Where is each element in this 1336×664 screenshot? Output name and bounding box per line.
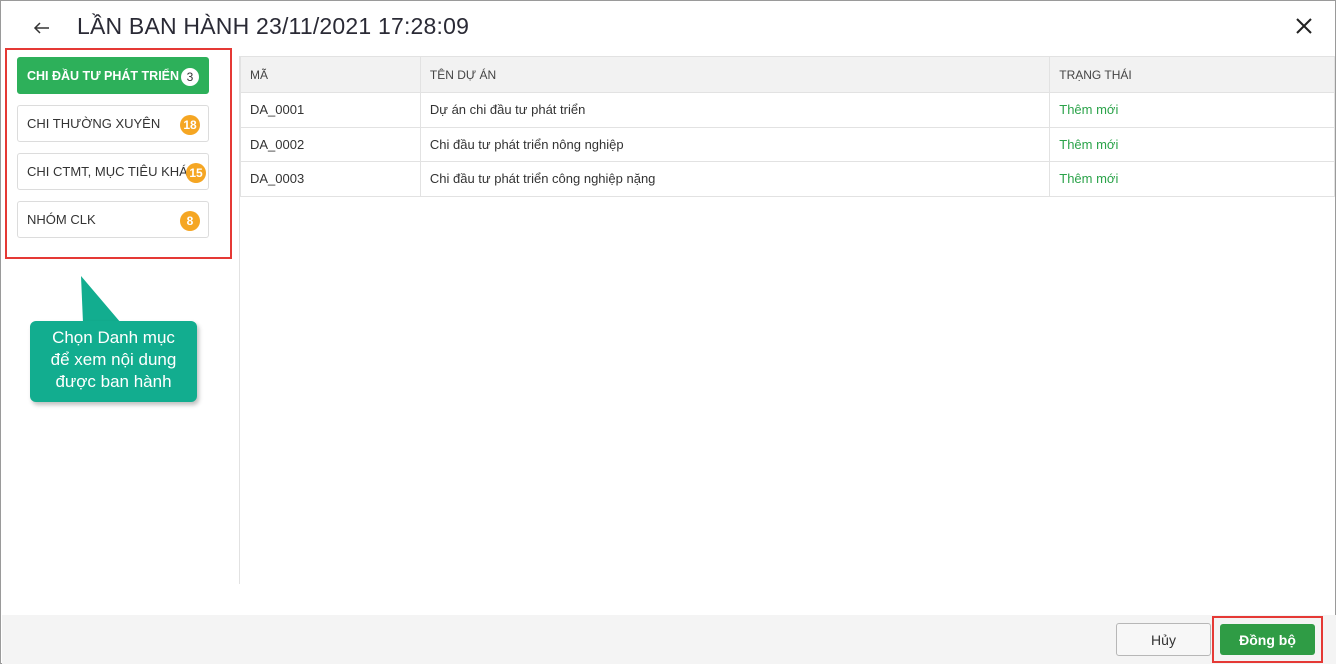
column-header-ma[interactable]: MÃ [240,56,421,93]
cell-status: Thêm mới [1049,126,1335,162]
cell-code: DA_0001 [240,92,421,128]
cell-project-name: Dự án chi đầu tư phát triển [419,92,1051,128]
callout-line: được ban hành [55,372,172,391]
cell-status: Thêm mới [1049,92,1335,128]
sync-button[interactable]: Đồng bộ [1220,624,1315,655]
cell-project-name: Chi đầu tư phát triển công nghiệp nặng [419,161,1051,197]
close-icon [1296,18,1312,34]
column-header-trang-thai[interactable]: TRẠNG THÁI [1049,56,1335,93]
close-button[interactable] [1289,13,1317,41]
cancel-button[interactable]: Hủy [1116,623,1211,656]
cell-code: DA_0002 [240,126,421,162]
table-row[interactable]: DA_0003 Chi đầu tư phát triển công nghiệ… [240,161,1335,197]
callout-line: để xem nội dung [50,350,177,369]
hint-callout: Chọn Danh mục để xem nội dung được ban h… [30,321,197,402]
cell-code: DA_0003 [240,161,421,197]
column-header-ten-du-an[interactable]: TÊN DỰ ÁN [419,56,1051,93]
callout-pointer [81,276,121,323]
cell-status: Thêm mới [1049,161,1335,197]
dialog-header: LẦN BAN HÀNH 23/11/2021 17:28:09 [1,1,1335,55]
project-table: MÃ TÊN DỰ ÁN TRẠNG THÁI DA_0001 Dự án ch… [240,56,1335,197]
callout-line: Chọn Danh mục [52,328,175,347]
table-row[interactable]: DA_0002 Chi đầu tư phát triển nông nghiệ… [240,126,1335,162]
table-row[interactable]: DA_0001 Dự án chi đầu tư phát triển Thêm… [240,92,1335,128]
cell-project-name: Chi đầu tư phát triển nông nghiệp [419,126,1051,162]
publish-dialog: LẦN BAN HÀNH 23/11/2021 17:28:09 CHI ĐẦU… [0,0,1336,664]
table-header-row: MÃ TÊN DỰ ÁN TRẠNG THÁI [240,56,1335,93]
